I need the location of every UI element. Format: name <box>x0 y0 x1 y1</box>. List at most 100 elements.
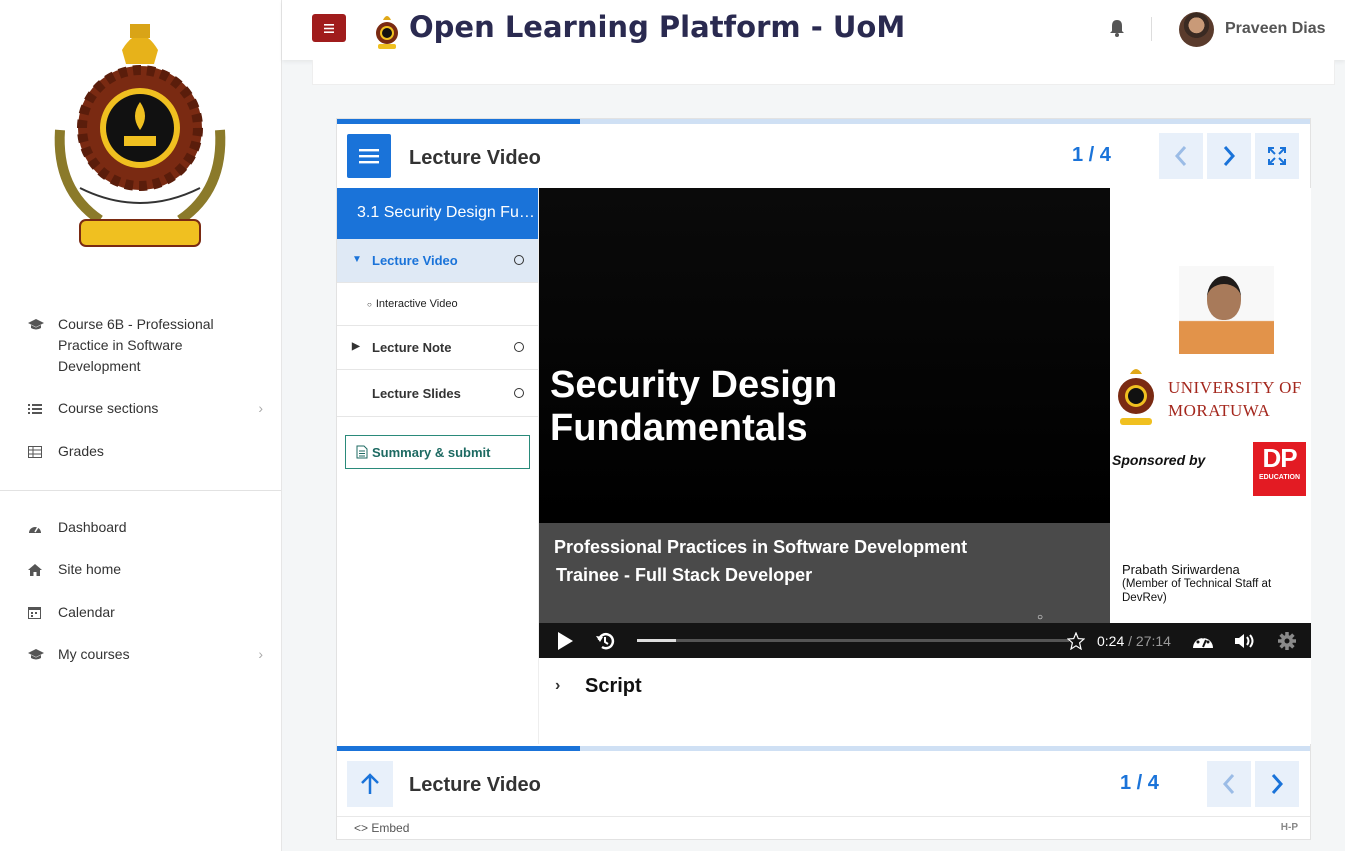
toc-chapter-title[interactable]: 3.1 Security Design Fundamentals <box>337 188 538 239</box>
time-duration: 27:14 <box>1135 633 1171 649</box>
speaker-role: (Member of Technical Staff at DevRev) <box>1122 578 1272 604</box>
volume-button[interactable] <box>1231 623 1259 658</box>
presenter-webcam <box>1179 266 1274 354</box>
sidebar-item-dashboard[interactable]: Dashboard <box>28 517 263 538</box>
gear-icon <box>1278 631 1296 650</box>
content-header-strip <box>312 60 1335 85</box>
sidebar-item-grades[interactable]: Grades <box>28 441 263 462</box>
hamburger-menu-button[interactable] <box>312 14 346 42</box>
sidebar-divider <box>0 490 281 491</box>
hamburger-icon <box>359 149 379 164</box>
incomplete-status-icon <box>514 342 524 352</box>
toc-toggle-button[interactable] <box>347 134 391 178</box>
chevron-right-icon: › <box>258 400 263 416</box>
toc-item-label: Lecture Slides <box>372 386 461 401</box>
footer-next-page-button[interactable] <box>1255 761 1299 807</box>
toc-item-lecture-note[interactable]: ▶ Lecture Note <box>337 326 538 370</box>
star-icon <box>1067 631 1085 650</box>
sponsor-logo-big: DP <box>1262 443 1297 473</box>
summary-label: Summary & submit <box>372 444 491 460</box>
rewind-icon <box>596 632 615 649</box>
sidebar-item-my-courses[interactable]: My courses › <box>28 644 263 665</box>
caret-down-icon: ▼ <box>352 254 362 265</box>
settings-button[interactable] <box>1273 623 1301 658</box>
bookmark-marker-icon[interactable]: ○ <box>1035 612 1045 623</box>
progress-fill <box>337 746 581 751</box>
seek-bar-played <box>637 639 676 642</box>
slide-title: Security Design Fundamentals <box>550 364 837 450</box>
video-side-panel: UNIVERSITY OF MORATUWA Sponsored by DP E… <box>1110 188 1311 623</box>
page-counter: 1 / 4 <box>1072 144 1111 166</box>
footer-page-counter: 1 / 4 <box>1120 772 1159 794</box>
list-icon <box>28 398 48 419</box>
video-player[interactable]: Security Design Fundamentals Professiona… <box>539 188 1311 658</box>
top-navbar: Open Learning Platform - UoM Praveen Dia… <box>282 0 1345 60</box>
footer-chapter-title: Lecture Video <box>409 774 541 796</box>
previous-page-button[interactable] <box>1159 133 1203 179</box>
university-crest-logo <box>1118 369 1154 425</box>
home-icon <box>28 559 48 580</box>
sponsor-logo-small: EDUCATION <box>1258 474 1301 481</box>
chevron-right-icon: › <box>555 677 561 694</box>
arrow-up-icon <box>361 773 379 794</box>
next-page-button[interactable] <box>1207 133 1251 179</box>
time-current: 0:24 <box>1097 633 1125 649</box>
sidebar-item-course-sections[interactable]: Course sections › <box>28 398 263 419</box>
university-line2: MORATUWA <box>1168 401 1271 420</box>
site-title[interactable]: Open Learning Platform - UoM <box>409 10 905 44</box>
playback-speed-button[interactable] <box>1189 623 1217 658</box>
incomplete-status-icon <box>514 255 524 265</box>
site-crest-icon[interactable] <box>372 14 402 50</box>
toc-subitem-label: Interactive Video <box>375 298 458 310</box>
fullscreen-button[interactable] <box>1255 133 1299 179</box>
embed-button[interactable]: <> Embed <box>354 821 409 835</box>
toc-item-label: Lecture Video <box>372 253 458 268</box>
program-caption: Trainee - Full Stack Developer <box>556 565 813 585</box>
toc-item-lecture-slides[interactable]: Lecture Slides <box>337 370 538 417</box>
scroll-to-top-button[interactable] <box>347 761 393 807</box>
notification-bell-icon[interactable] <box>1109 19 1125 37</box>
video-lower-third: Professional Practices in Software Devel… <box>539 523 1110 623</box>
sidebar-item-label: Calendar <box>58 604 115 620</box>
chapter-title: Lecture Video <box>409 147 541 169</box>
video-controls-bar: ○ 0:24 / 27:14 <box>539 612 1311 658</box>
chevron-left-icon <box>1222 774 1235 794</box>
university-crest-logo[interactable] <box>50 20 230 265</box>
document-icon <box>356 445 368 459</box>
sidebar-item-site-home[interactable]: Site home <box>28 559 263 580</box>
table-icon <box>28 441 48 462</box>
sidebar-item-calendar[interactable]: Calendar <box>28 602 263 623</box>
toc-subitem-interactive-video[interactable]: ○ Interactive Video <box>337 283 538 326</box>
bullet-icon: ○ <box>367 300 372 309</box>
user-name[interactable]: Praveen Dias <box>1225 20 1326 38</box>
rewind-button[interactable] <box>591 623 619 658</box>
seek-bar[interactable] <box>637 639 1069 642</box>
calendar-icon <box>28 602 48 623</box>
toc-item-label: Lecture Note <box>372 340 452 355</box>
h5p-logo-badge[interactable]: H-P <box>1281 822 1298 833</box>
script-label: Script <box>585 675 642 697</box>
sponsored-by-text: Sponsored by <box>1112 452 1206 468</box>
play-button[interactable] <box>551 623 579 658</box>
summary-submit-button[interactable]: Summary & submit <box>345 435 530 469</box>
chevron-left-icon <box>1174 146 1187 166</box>
sidebar-item-label: Grades <box>58 443 104 459</box>
volume-icon <box>1235 633 1254 648</box>
sidebar-item-label: My courses <box>58 646 130 662</box>
script-accordion[interactable]: › Script <box>539 658 1311 744</box>
footer-previous-page-button[interactable] <box>1207 761 1251 807</box>
sidebar-item-label: Course sections <box>58 400 159 416</box>
bottom-progress-bar <box>337 746 1310 751</box>
dashboard-icon <box>28 517 48 538</box>
time-separator: / <box>1128 633 1133 649</box>
sidebar-item-course[interactable]: Course 6B - Professional Practice in Sof… <box>28 314 263 377</box>
embed-label: Embed <box>371 821 410 835</box>
sidebar-item-label: Site home <box>58 561 122 577</box>
progress-fill <box>337 119 581 124</box>
toc-item-lecture-video[interactable]: ▼ Lecture Video <box>337 239 538 283</box>
star-bookmark-button[interactable] <box>1066 623 1086 658</box>
user-avatar[interactable] <box>1179 12 1214 47</box>
caret-right-icon: ▶ <box>352 341 360 352</box>
graduation-cap-icon <box>28 644 48 665</box>
play-icon <box>558 631 573 650</box>
